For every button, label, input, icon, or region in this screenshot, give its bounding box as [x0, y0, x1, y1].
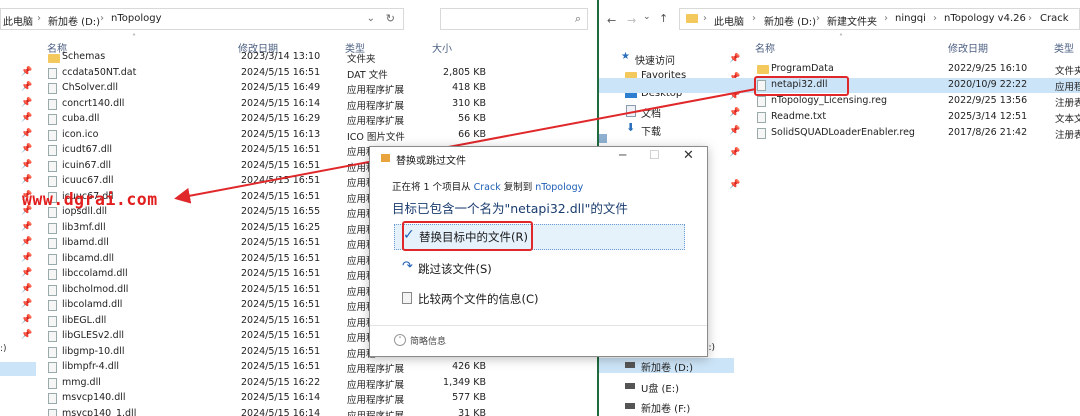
compare-files-button[interactable]: 比较两个文件的信息(C): [394, 287, 683, 311]
copy-status-prefix: 正在将 1 个项目从: [392, 182, 474, 193]
skip-file-label: 跳过该文件(S): [418, 262, 492, 276]
replace-skip-dialog: 替换或跳过文件 ─ ☐ ✕ 正在将 1 个项目从 Crack 复制到 nTopo…: [369, 146, 708, 357]
destination-folder-link[interactable]: nTopology: [535, 182, 583, 193]
maximize-icon[interactable]: ☐: [649, 148, 660, 162]
dialog-heading: 目标已包含一个名为"netapi32.dll"的文件: [392, 201, 628, 216]
dialog-title: 替换或跳过文件: [396, 156, 466, 167]
compare-icon: [402, 292, 412, 304]
watermark: www.dgrai.com: [22, 190, 158, 209]
copy-status-mid: 复制到: [500, 182, 536, 193]
dialog-separator: [370, 325, 707, 326]
minimize-icon[interactable]: ─: [619, 148, 626, 162]
copy-status: 正在将 1 个项目从 Crack 复制到 nTopology: [392, 179, 583, 193]
less-details-link[interactable]: 简略信息: [410, 334, 446, 347]
copy-icon: [381, 154, 390, 162]
skip-file-button[interactable]: ↷ 跳过该文件(S): [394, 257, 683, 281]
chevron-up-icon[interactable]: ˄: [394, 334, 406, 346]
skip-arrow-icon: ↷: [402, 259, 413, 274]
source-folder-link[interactable]: Crack: [474, 182, 501, 193]
close-icon[interactable]: ✕: [683, 148, 694, 163]
highlight-box-replace: [402, 221, 533, 251]
compare-files-label: 比较两个文件的信息(C): [418, 292, 539, 306]
